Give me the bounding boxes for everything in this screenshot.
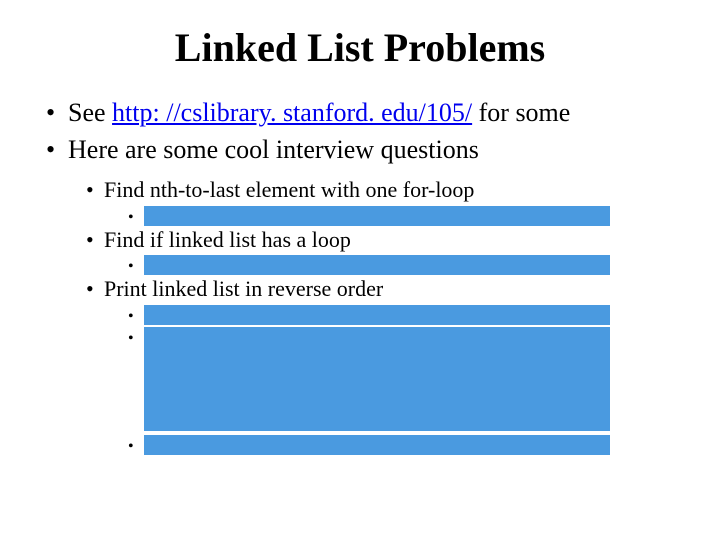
slide: Linked List Problems See http: //cslibra… (0, 0, 720, 540)
redaction-box (144, 435, 610, 455)
sub-c-children (126, 305, 680, 455)
sub-b: Find if linked list has a loop (82, 226, 680, 276)
redaction-box (144, 206, 610, 226)
redaction-box (144, 305, 610, 325)
see-prefix: See (68, 98, 112, 127)
see-suffix: for some (472, 98, 570, 127)
bullet-list-level2: Find nth-to-last element with one for-lo… (82, 176, 680, 455)
slide-title: Linked List Problems (40, 24, 680, 71)
bullet-list-level1: See http: //cslibrary. stanford. edu/105… (40, 97, 680, 455)
bullet-questions: Here are some cool interview questions F… (40, 134, 680, 455)
sub-c-text: Print linked list in reverse order (104, 276, 383, 301)
sub-c: Print linked list in reverse order (82, 275, 680, 455)
sub-a-hidden-1 (126, 206, 680, 226)
sub-a-children (126, 206, 680, 226)
sub-c-hidden-3 (126, 435, 680, 455)
sub-c-hidden-2 (126, 327, 680, 431)
bullet-see: See http: //cslibrary. stanford. edu/105… (40, 97, 680, 130)
redaction-box (144, 327, 610, 431)
sub-a: Find nth-to-last element with one for-lo… (82, 176, 680, 226)
sub-a-text: Find nth-to-last element with one for-lo… (104, 177, 474, 202)
sub-c-hidden-1 (126, 305, 680, 325)
cslibrary-link[interactable]: http: //cslibrary. stanford. edu/105/ (112, 98, 472, 127)
sub-b-children (126, 255, 680, 275)
questions-text: Here are some cool interview questions (68, 135, 479, 164)
redaction-box (144, 255, 610, 275)
sub-b-text: Find if linked list has a loop (104, 227, 351, 252)
sub-b-hidden-1 (126, 255, 680, 275)
